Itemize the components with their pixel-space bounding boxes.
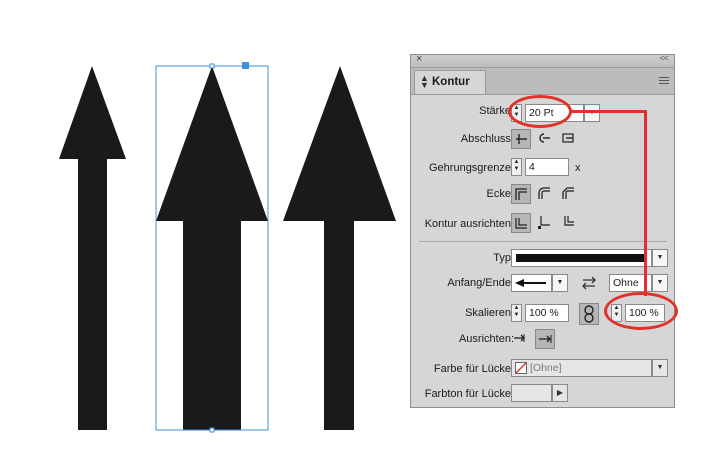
anfang-dropdown-icon[interactable]: ▼ bbox=[552, 274, 568, 292]
abschluss-label: Abschluss: bbox=[460, 133, 514, 145]
typ-solid-line-preview bbox=[516, 254, 647, 262]
panel-divider bbox=[419, 241, 667, 242]
align-stroke-center-icon[interactable] bbox=[511, 213, 531, 233]
anfang-select[interactable] bbox=[511, 274, 552, 292]
farbton-luecke-label: Farbton für Lücke: bbox=[424, 388, 514, 400]
skalieren-label: Skalieren: bbox=[465, 307, 514, 319]
highlight-ellipse-skalieren bbox=[604, 292, 678, 330]
tab-kontur-label: Kontur bbox=[432, 76, 470, 88]
arrow-shape-left[interactable] bbox=[59, 66, 126, 430]
cap-round-icon[interactable] bbox=[535, 129, 555, 149]
highlight-ellipse-staerke bbox=[508, 95, 572, 128]
farbe-luecke-value: [Ohne] bbox=[530, 362, 562, 374]
swap-start-end-icon[interactable] bbox=[581, 276, 597, 290]
link-scale-chain-icon[interactable] bbox=[579, 303, 599, 325]
farbton-luecke-flyout-icon[interactable]: ▶ bbox=[552, 384, 568, 402]
farbton-luecke-input[interactable] bbox=[511, 384, 552, 402]
typ-select[interactable] bbox=[511, 249, 652, 267]
skalieren-start-input[interactable]: 100 % bbox=[525, 304, 569, 322]
cap-projecting-icon[interactable] bbox=[559, 129, 579, 149]
align-arrow-inside-icon[interactable] bbox=[535, 329, 555, 349]
typ-dropdown-icon[interactable]: ▼ bbox=[652, 249, 668, 267]
panel-titlebar[interactable]: × << bbox=[411, 53, 674, 68]
gehrung-unit: x bbox=[575, 162, 581, 174]
none-swatch-icon bbox=[515, 362, 527, 374]
selection-handle-top[interactable] bbox=[209, 63, 215, 69]
join-bevel-icon[interactable] bbox=[559, 184, 579, 204]
join-miter-icon[interactable] bbox=[511, 184, 531, 204]
align-stroke-inside-icon[interactable] bbox=[535, 213, 555, 233]
gehrung-label: Gehrungsgrenze: bbox=[429, 162, 514, 174]
collapse-icon[interactable]: << bbox=[659, 53, 668, 63]
annotation-connector-vertical bbox=[644, 110, 647, 296]
tab-options-chevron-icon[interactable]: ▲ ▼ bbox=[420, 74, 429, 90]
align-arrow-beyond-icon[interactable] bbox=[511, 329, 531, 349]
annotation-connector-horizontal bbox=[570, 110, 647, 113]
farbe-luecke-label: Farbe für Lücke: bbox=[433, 363, 514, 375]
align-stroke-outside-icon[interactable] bbox=[559, 213, 579, 233]
arrow-shape-right[interactable] bbox=[283, 66, 396, 430]
kontur-ausrichten-label: Kontur ausrichten: bbox=[424, 218, 514, 230]
ausrichten-label: Ausrichten: bbox=[458, 333, 514, 345]
tab-bar: ▲ ▼ Kontur bbox=[411, 68, 674, 95]
gehrung-input[interactable]: 4 bbox=[525, 158, 569, 176]
gehrung-stepper-icon[interactable]: ▲ ▼ bbox=[511, 158, 522, 176]
farbe-luecke-select[interactable]: [Ohne] bbox=[511, 359, 652, 377]
tab-kontur[interactable]: ▲ ▼ Kontur bbox=[414, 70, 486, 94]
skalieren-start-stepper-icon[interactable]: ▲ ▼ bbox=[511, 304, 522, 322]
cap-butt-icon[interactable] bbox=[511, 129, 531, 149]
arrow-shape-middle[interactable] bbox=[156, 66, 268, 430]
close-icon[interactable]: × bbox=[416, 53, 422, 65]
panel-menu-icon[interactable] bbox=[659, 77, 669, 86]
ecke-label: Ecke: bbox=[486, 188, 514, 200]
content-grabber-handle[interactable] bbox=[242, 62, 249, 69]
farbe-luecke-dropdown-icon[interactable]: ▼ bbox=[652, 359, 668, 377]
join-round-icon[interactable] bbox=[535, 184, 555, 204]
staerke-dropdown-icon[interactable]: ▼ bbox=[584, 104, 600, 122]
anfang-ende-label: Anfang/Ende: bbox=[447, 277, 514, 289]
ende-dropdown-icon[interactable]: ▼ bbox=[652, 274, 668, 292]
selection-handle-bottom[interactable] bbox=[209, 427, 215, 433]
